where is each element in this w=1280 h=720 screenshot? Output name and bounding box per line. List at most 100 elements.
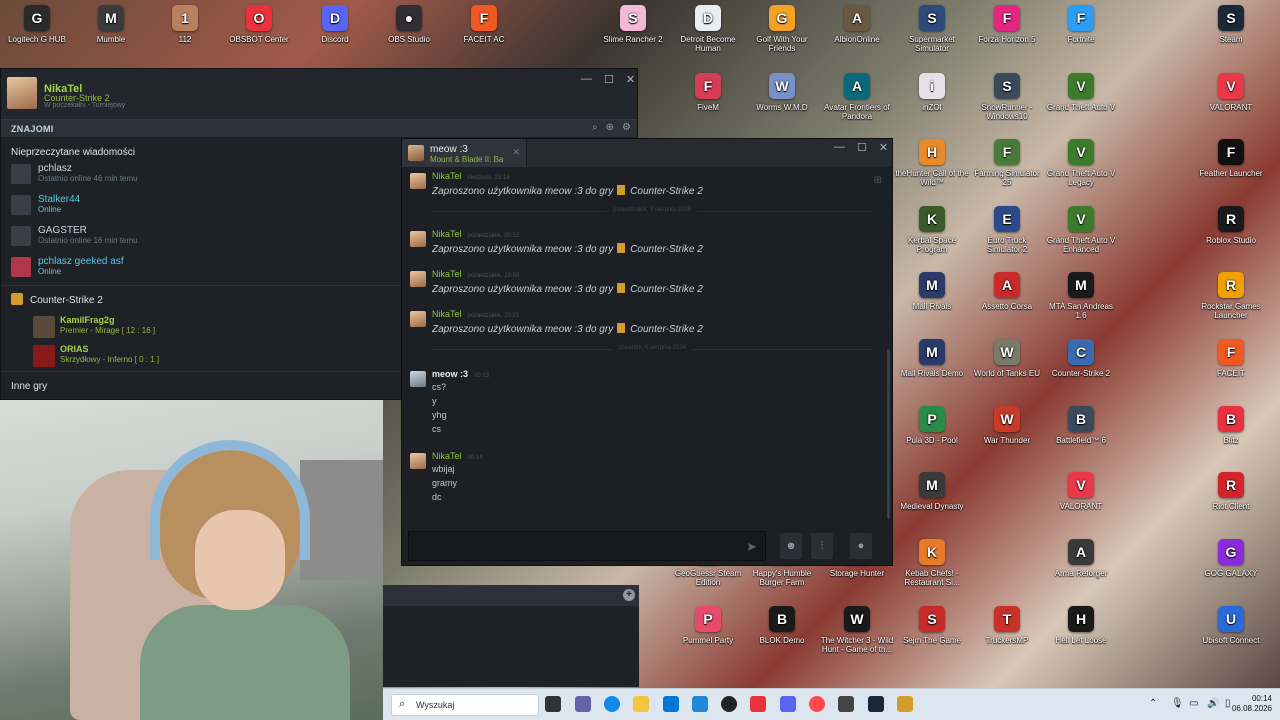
desktop-icon-blitz[interactable]: B Blitz — [1194, 401, 1268, 463]
microphone-icon[interactable]: 🎙 — [1171, 698, 1184, 709]
desktop-icon-war-thunder[interactable]: W War Thunder — [970, 401, 1044, 463]
add-friend-icon[interactable]: ⊕ — [606, 122, 614, 133]
avatar[interactable] — [410, 311, 426, 327]
teams-icon[interactable] — [575, 696, 591, 712]
avatar[interactable] — [410, 453, 426, 469]
friend-item[interactable]: pchlasz geeked asf Online — [11, 256, 391, 278]
desktop-icon-truckersmp[interactable]: T TruckersMP — [970, 601, 1044, 663]
desktop-icon-sejm-the-game[interactable]: S Sejm The Game — [895, 601, 969, 663]
desktop-icon-world-of-tanks-eu[interactable]: W World of Tanks EU — [970, 334, 1044, 396]
desktop-icon-blok-demo[interactable]: B BLOK Demo — [745, 601, 819, 663]
cs2-icon[interactable] — [897, 696, 913, 712]
desktop-icon-grand-theft-auto-v-enhanced[interactable]: V Grand Theft Auto V Enhanced — [1044, 201, 1118, 263]
add-group-icon[interactable]: + — [623, 589, 635, 601]
desktop-icon-kerbal-space-program[interactable]: K Kerbal Space Program — [895, 201, 969, 263]
desktop-icon-ubisoft-connect[interactable]: U Ubisoft Connect — [1194, 601, 1268, 663]
desktop-icon-faceit[interactable]: F FACEIT — [1194, 334, 1268, 396]
desktop-icon-medieval-dynasty[interactable]: M Medieval Dynasty — [895, 467, 969, 529]
desktop-icon-faceit-ac[interactable]: F FACEIT AC — [447, 0, 521, 62]
avatar[interactable] — [410, 271, 426, 287]
desktop-icon-pula-3d-pool[interactable]: P Pula 3D - Pool — [895, 401, 969, 463]
desktop-icon-counter-strike-2[interactable]: C Counter-Strike 2 — [1044, 334, 1118, 396]
desktop-icon-mall-rivals-demo[interactable]: M Mall Rivals Demo — [895, 334, 969, 396]
attach-icon[interactable]: ⫶ — [811, 533, 833, 559]
desktop-icon-obs-studio[interactable]: ● OBS Studio — [372, 0, 446, 62]
send-icon[interactable]: ➤ — [746, 539, 757, 555]
task-view-icon[interactable] — [545, 696, 561, 712]
clock[interactable]: 00:14 06.08.2026 — [1232, 694, 1272, 714]
chat-scrollbar[interactable] — [887, 349, 890, 519]
desktop-icon-arma-reforger[interactable]: A Arma Reforger — [1044, 534, 1118, 596]
logitech-icon[interactable] — [721, 696, 737, 712]
opera-icon[interactable] — [809, 696, 825, 712]
ingame-friend-item[interactable]: KamilFrag2g Premier - Mirage [ 12 : 16 ] — [33, 315, 413, 338]
desktop-icon-mumble[interactable]: M Mumble — [74, 0, 148, 62]
desktop-icon-detroit-become-human[interactable]: D Detroit Become Human — [671, 0, 745, 62]
desktop-icon-albiononline[interactable]: A AlbionOnline — [820, 0, 894, 62]
network-icon[interactable]: ▭ — [1189, 698, 1198, 709]
desktop-icon-steam[interactable]: S Steam — [1194, 0, 1268, 62]
desktop-icon-rockstar-games-launcher[interactable]: R Rockstar Games Launcher — [1194, 267, 1268, 329]
maximize-icon[interactable]: ☐ — [857, 141, 867, 154]
desktop-icon-slime-rancher-2[interactable]: S Slime Rancher 2 — [596, 0, 670, 62]
desktop-icon-roblox-studio[interactable]: R Roblox Studio — [1194, 201, 1268, 263]
minimize-icon[interactable]: — — [834, 141, 845, 154]
desktop-icon-logitech-g-hub[interactable]: G Logitech G HUB — [0, 0, 74, 62]
desktop-icon-grand-theft-auto-v[interactable]: V Grand Theft Auto V — [1044, 68, 1118, 130]
other-games-group[interactable]: Inne gry — [11, 381, 47, 392]
desktop-icon-discord[interactable]: D Discord — [298, 0, 372, 62]
desktop-icon-mta-san-andreas-1-6[interactable]: M MTA San Andreas 1.6 — [1044, 267, 1118, 329]
close-icon[interactable]: ✕ — [626, 73, 635, 86]
obsbot-icon[interactable] — [750, 696, 766, 712]
desktop-icon-the-witcher-3-wild-hunt-game-of-th[interactable]: W The Witcher 3 - Wild Hunt - Game of th.… — [820, 601, 894, 663]
game-group-header[interactable]: Counter-Strike 2 — [11, 293, 103, 306]
desktop-icon-obsbot-center[interactable]: O OBSBOT Center — [222, 0, 296, 62]
desktop-icon-112[interactable]: 1 112 — [148, 0, 222, 62]
desktop-icon-golf-with-your-friends[interactable]: G Golf With Your Friends — [745, 0, 819, 62]
desktop-icon-fivem[interactable]: F FiveM — [671, 68, 745, 130]
desktop-icon-supermarket-simulator[interactable]: S Supermarket Simulator — [895, 0, 969, 62]
discord-icon[interactable] — [780, 696, 796, 712]
desktop-icon-battlefield-6[interactable]: B Battlefield™ 6 — [1044, 401, 1118, 463]
desktop-icon-mall-rivals[interactable]: M Mall Rivals — [895, 267, 969, 329]
desktop-icon-inzoi[interactable]: i inZOI — [895, 68, 969, 130]
desktop-icon-hell-let-loose[interactable]: H Hell Let Loose — [1044, 601, 1118, 663]
desktop-icon-snowrunner-windows10[interactable]: S SnowRunner - Windows10 — [970, 68, 1044, 130]
desktop-icon-worms-w-m-d[interactable]: W Worms W.M.D — [745, 68, 819, 130]
desktop-icon-valorant[interactable]: V VALORANT — [1044, 467, 1118, 529]
desktop-icon-forza-horizon-5[interactable]: F Forza Horizon 5 — [970, 0, 1044, 62]
voice-icon[interactable]: ● — [850, 533, 872, 559]
desktop-icon-kebab-chefs-restaurant-si[interactable]: K Kebab Chefs! - Restaurant Si... — [895, 534, 969, 596]
desktop-icon-avatar-frontiers-of-pandora[interactable]: A Avatar Frontiers of Pandora — [820, 68, 894, 130]
chat-tab[interactable]: meow :3 Mount & Blade II: Ba ✕ — [402, 139, 527, 167]
avatar[interactable] — [410, 371, 426, 387]
friend-item[interactable]: pchlasz Ostatnio online 46 min temu — [11, 163, 391, 185]
desktop-icon-farming-simulator-25[interactable]: F Farming Simulator 25 — [970, 134, 1044, 196]
desktop-icon-euro-truck-simulator-2[interactable]: E Euro Truck Simulator 2 — [970, 201, 1044, 263]
emoticon-icon[interactable]: ☻ — [780, 533, 802, 559]
file-explorer-icon[interactable] — [633, 696, 649, 712]
taskbar-search[interactable]: ⌕ Wyszukaj — [391, 694, 539, 716]
desktop-icon-valorant[interactable]: V VALORANT — [1194, 68, 1268, 130]
settings-icon[interactable]: ⚙ — [622, 122, 631, 133]
desktop-icon-assetto-corsa[interactable]: A Assetto Corsa — [970, 267, 1044, 329]
edge-icon[interactable] — [604, 696, 620, 712]
desktop-icon-fortnite[interactable]: F Fortnite — [1044, 0, 1118, 62]
desktop-icon-riot-client[interactable]: R Riot Client — [1194, 467, 1268, 529]
battery-icon[interactable]: ▯ — [1225, 698, 1231, 709]
volume-icon[interactable]: 🔊 — [1207, 698, 1219, 709]
desktop-icon-feather-launcher[interactable]: F Feather Launcher — [1194, 134, 1268, 196]
avatar[interactable] — [410, 173, 426, 189]
desktop-icon-pummel-party[interactable]: P Pummel Party — [671, 601, 745, 663]
ingame-friend-item[interactable]: ORIAS Skrzydłowy - Inferno [ 0 : 1 ] — [33, 344, 413, 367]
app-icon[interactable] — [838, 696, 854, 712]
avatar[interactable] — [410, 231, 426, 247]
message-input[interactable] — [408, 531, 766, 561]
maximize-icon[interactable]: ☐ — [604, 73, 614, 86]
desktop-icon-gog-galaxy[interactable]: G GOG GALAXY — [1194, 534, 1268, 596]
desktop-icon-thehunter-call-of-the-wild[interactable]: HtheHunter Call of the Wild™ — [895, 134, 969, 196]
close-tab-icon[interactable]: ✕ — [512, 147, 520, 158]
friend-item[interactable]: Stalker44 Online — [11, 194, 391, 216]
close-icon[interactable]: ✕ — [879, 141, 888, 154]
app-icon[interactable] — [692, 696, 708, 712]
